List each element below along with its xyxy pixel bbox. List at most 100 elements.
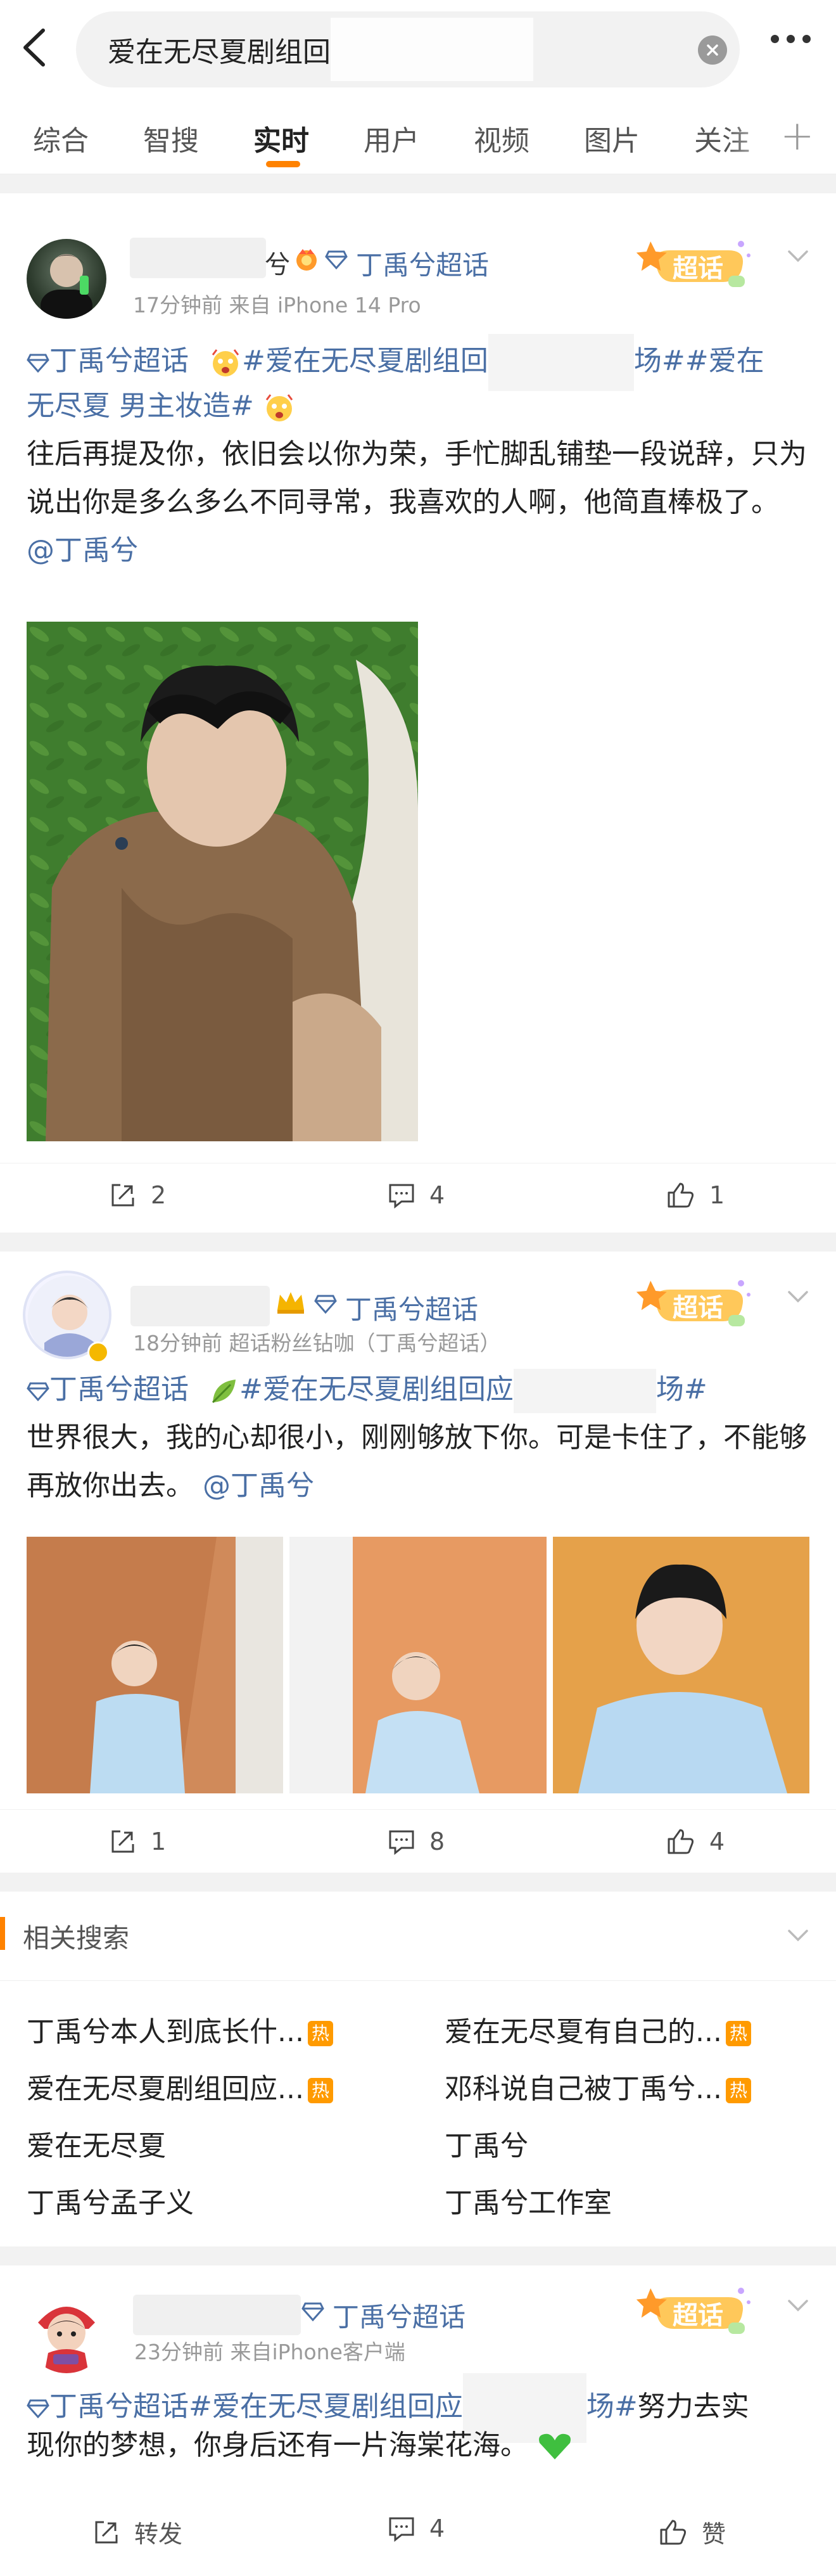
related-item[interactable]: 丁禹兮孟子义	[27, 2180, 194, 2220]
tab-users[interactable]: 用户	[364, 118, 419, 158]
avatar[interactable]	[27, 239, 106, 319]
more-options-button[interactable]	[771, 35, 811, 43]
mention-link[interactable]: @丁禹兮	[203, 1470, 314, 1502]
related-item[interactable]: 丁禹兮	[445, 2123, 528, 2163]
like-button[interactable]: 赞	[659, 2515, 726, 2549]
dot-icon	[787, 35, 795, 43]
repost-button[interactable]: 转发	[92, 2515, 182, 2549]
redacted-region	[513, 1369, 656, 1413]
repost-button[interactable]: 1	[109, 1828, 166, 1855]
repost-count: 2	[151, 1181, 167, 1209]
add-tab-button[interactable]: +	[780, 113, 814, 160]
post-image[interactable]	[27, 622, 418, 1141]
tab-fade	[728, 95, 785, 174]
repost-icon	[111, 1830, 134, 1853]
post-image[interactable]	[27, 1537, 283, 1793]
related-item-text: 丁禹兮	[445, 2130, 528, 2162]
redacted-region	[331, 18, 533, 81]
clear-search-button[interactable]	[698, 35, 727, 65]
tab-videos[interactable]: 视频	[474, 118, 529, 158]
post-body: 丁禹兮超话 #爱在无尽夏剧组回应 场# 世界很大，我的心却很小，刚刚够放下你。可是…	[27, 1366, 812, 1510]
related-item-text: 爱在无尽夏	[27, 2130, 166, 2162]
divider	[0, 1980, 836, 1981]
photo-boy-blue-shirt	[289, 1537, 547, 1793]
related-item[interactable]: 爱在无尽夏有自己的... 热	[445, 2009, 751, 2049]
post-meta: 17分钟前 来自 iPhone 14 Pro	[133, 293, 421, 317]
badge-label: 超话	[673, 254, 723, 283]
hashtag-link[interactable]: 无尽夏 男主妆造#	[27, 390, 254, 422]
supertopic-inline-link[interactable]: 丁禹兮超话	[49, 345, 189, 377]
hashtag-link[interactable]: 场#	[586, 2390, 638, 2423]
related-item[interactable]: 邓科说自己被丁禹兮... 热	[445, 2066, 751, 2106]
chevron-down-icon[interactable]	[785, 1923, 811, 1949]
tab-images[interactable]: 图片	[584, 118, 640, 158]
hashtag-link[interactable]: #爱在无尽夏剧组回	[242, 345, 488, 377]
comment-icon	[389, 1830, 414, 1855]
supertopic-link[interactable]: 丁禹兮超话	[332, 2296, 466, 2335]
supertopic-badge[interactable]: 超话	[633, 2278, 760, 2342]
related-item[interactable]: 丁禹兮本人到底长什... 热	[27, 2009, 333, 2049]
related-item[interactable]: 爱在无尽夏剧组回应... 热	[27, 2066, 333, 2106]
shocked-emoji-icon	[212, 349, 239, 376]
related-item-text: 丁禹兮孟子义	[27, 2187, 194, 2219]
username-redacted[interactable]	[130, 1286, 270, 1326]
leaf-icon	[212, 1380, 236, 1404]
green-heart-icon	[539, 2433, 571, 2459]
post-body: 丁禹兮超话 #爱在无尽夏剧组回 场##爱在 无尽夏 男主妆造# 往后再提及你，依旧…	[27, 334, 812, 575]
tab-realtime[interactable]: 实时	[253, 118, 309, 158]
chevron-down-icon[interactable]	[785, 244, 811, 269]
post-actions: 转发 4 赞	[0, 2497, 836, 2566]
repost-icon	[111, 1184, 134, 1207]
search-input[interactable]: 爱在无尽夏剧组回	[76, 11, 740, 87]
like-button[interactable]: 4	[666, 1828, 725, 1855]
related-item[interactable]: 爱在无尽夏	[27, 2123, 166, 2163]
repost-button[interactable]: 2	[109, 1181, 166, 1209]
related-item-text: 丁禹兮工作室	[445, 2187, 612, 2219]
related-item-text: 丁禹兮本人到底长什...	[27, 2016, 304, 2048]
supertopic-link[interactable]: 丁禹兮超话	[345, 1288, 478, 1327]
comment-button[interactable]: 8	[388, 1828, 445, 1855]
chevron-down-icon[interactable]	[785, 1285, 811, 1310]
tab-smart-search[interactable]: 智搜	[143, 118, 199, 158]
post-card[interactable]: 丁禹兮超话 23分钟前 来自iPhone客户端 超话 丁禹兮超话#爱在无尽夏剧组…	[0, 2265, 836, 2576]
avatar[interactable]	[25, 2291, 108, 2373]
username-redacted[interactable]	[130, 238, 266, 278]
comment-button[interactable]: 4	[388, 2515, 445, 2542]
hashtag-link[interactable]: 场##爱在	[634, 345, 764, 377]
hashtag-link[interactable]: 场#	[656, 1373, 707, 1406]
post-card[interactable]: 兮 丁禹兮超话 17分钟前 来自 iPhone 14 Pro 超话 丁禹兮超话	[0, 193, 836, 1233]
post-card[interactable]: 丁禹兮超话 18分钟前 超话粉丝钻咖（丁禹兮超话） 超话 丁禹兮超话 #爱在无尽…	[0, 1252, 836, 1873]
hashtag-link[interactable]: 丁禹兮超话#爱在无尽夏剧组回应	[49, 2390, 463, 2423]
supertopic-badge[interactable]: 超话	[633, 231, 760, 295]
related-item-text: 邓科说自己被丁禹兮...	[445, 2073, 722, 2105]
username-redacted[interactable]	[133, 2295, 301, 2335]
related-item-text: 爱在无尽夏有自己的...	[445, 2016, 722, 2048]
comment-button[interactable]: 4	[388, 1181, 445, 1209]
username-tail[interactable]: 兮	[265, 244, 290, 281]
diamond-icon	[27, 2399, 49, 2419]
like-button[interactable]: 1	[666, 1181, 725, 1209]
hot-badge: 热	[725, 2021, 751, 2046]
hashtag-link[interactable]: #爱在无尽夏剧组回应	[239, 1373, 514, 1406]
chevron-down-icon[interactable]	[785, 2293, 811, 2319]
supertopic-badge[interactable]: 超话	[633, 1271, 760, 1334]
like-count: 4	[709, 1828, 725, 1855]
fan-level-icon	[296, 249, 317, 271]
chevron-left-icon	[23, 29, 45, 67]
tab-comprehensive[interactable]: 综合	[33, 118, 89, 158]
related-item[interactable]: 丁禹兮工作室	[445, 2180, 612, 2220]
hot-badge: 热	[725, 2078, 751, 2103]
post-image[interactable]	[289, 1537, 547, 1793]
post-body: 丁禹兮超话#爱在无尽夏剧组回应 场#努力去实 现你的梦想，你身后还有一片海棠花海。	[27, 2373, 812, 2470]
post-actions: 2 4 1	[0, 1163, 836, 1233]
supertopic-link[interactable]: 丁禹兮超话	[356, 244, 489, 283]
supertopic-inline-link[interactable]: 丁禹兮超话	[49, 1373, 189, 1406]
thumbs-up-icon	[660, 2520, 687, 2544]
like-label: 赞	[702, 2520, 726, 2548]
comment-icon	[389, 1184, 414, 1209]
back-button[interactable]	[0, 0, 70, 95]
post-image[interactable]	[553, 1537, 809, 1793]
tab-bar: 综合 智搜 实时 用户 视频 图片 关注 +	[0, 95, 836, 174]
diamond-icon	[325, 250, 348, 269]
mention-link[interactable]: @丁禹兮	[27, 527, 812, 575]
